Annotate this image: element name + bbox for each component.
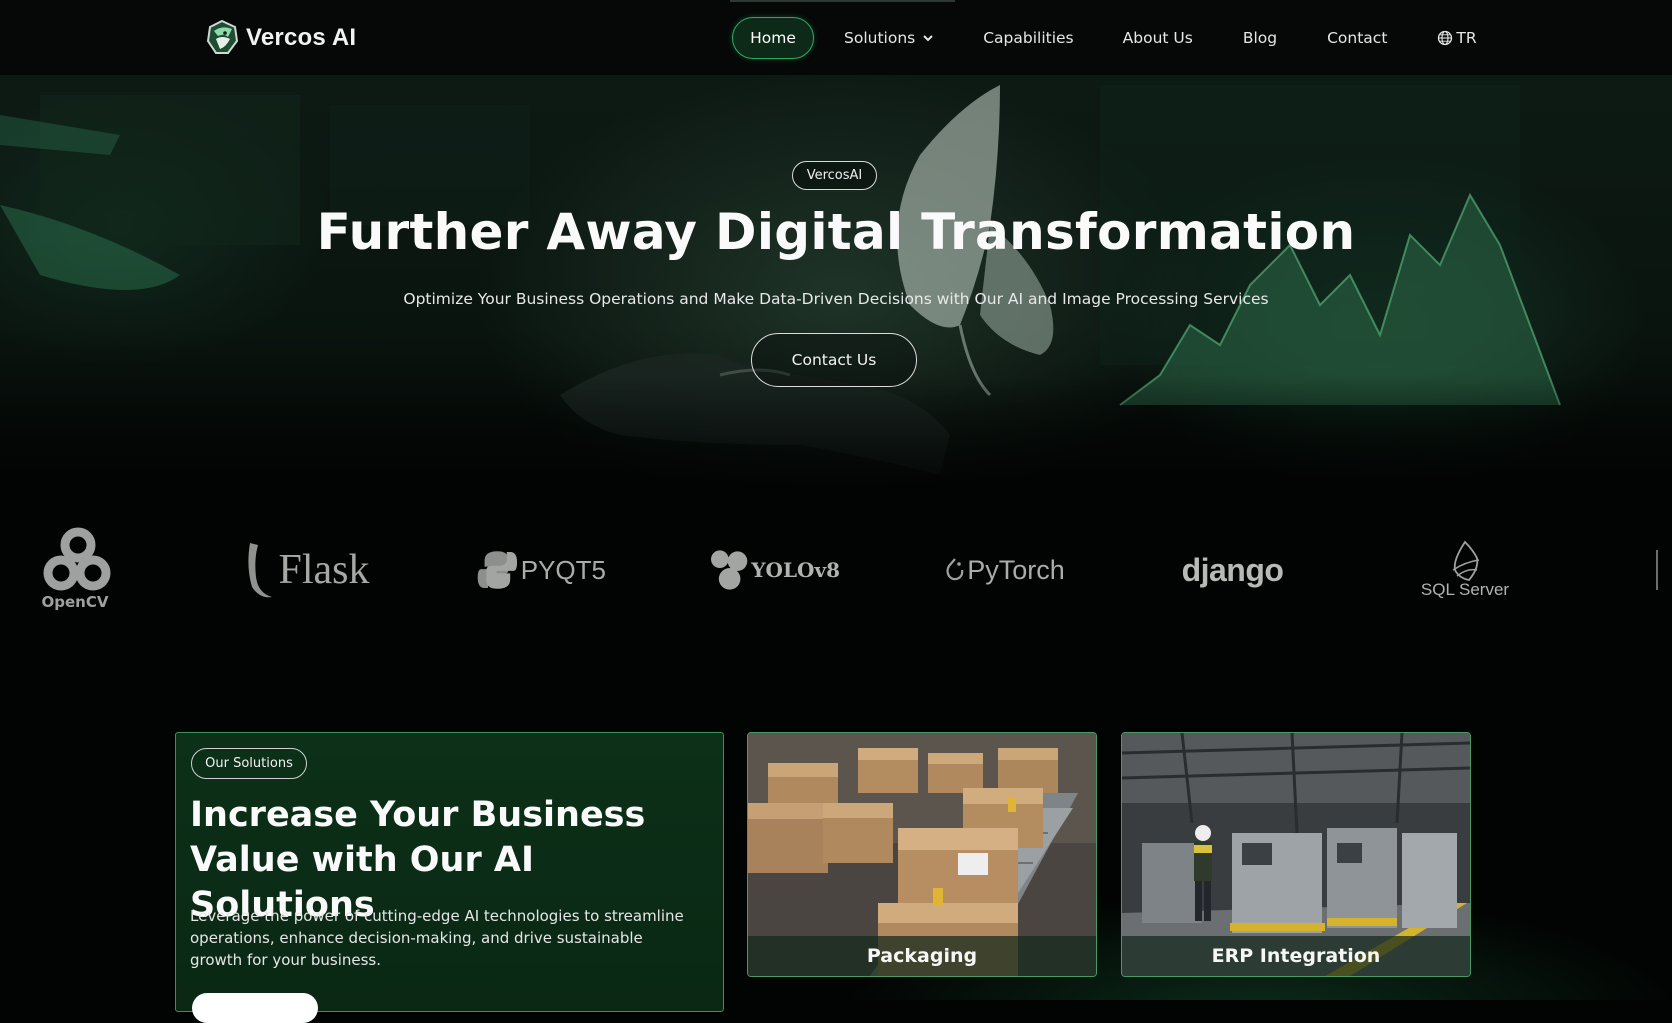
- nav-home-link[interactable]: Home: [732, 17, 814, 59]
- pytorch-flame-icon: [946, 558, 964, 581]
- globe-icon: [1438, 30, 1453, 46]
- hero-title: Further Away Digital Transformation: [316, 203, 1356, 261]
- yolov8-logo: YOLOv8: [710, 520, 840, 620]
- hero-bottom-fade: [0, 375, 1672, 495]
- nav-links: Home Solutions Capabilities About Us Blo…: [732, 17, 1477, 59]
- django-logo: django: [1180, 520, 1285, 620]
- hero-section: VercosAI Further Away Digital Transforma…: [0, 75, 1672, 495]
- yolov8-icon: [710, 550, 748, 590]
- flask-label: Flask: [278, 547, 370, 593]
- chevron-down-icon: [923, 35, 933, 42]
- nav-contact-link[interactable]: Contact: [1327, 17, 1387, 59]
- python-icon: [477, 551, 518, 589]
- yolov8-label: YOLOv8: [751, 558, 840, 582]
- tech-logos-strip: OpenCV Flask PYQT5 YOLOv8 PyTorch django…: [0, 520, 1672, 620]
- opencv-label: OpenCV: [42, 593, 109, 611]
- nav-solutions-link[interactable]: Solutions: [844, 17, 935, 59]
- solutions-description: Leverage the power of cutting-edge AI te…: [190, 907, 684, 969]
- opencv-icon: OpenCV: [42, 527, 111, 611]
- contact-us-button[interactable]: Contact Us: [751, 333, 917, 387]
- nav-top-indicator: [730, 0, 955, 2]
- sql-server-icon: [1452, 540, 1480, 581]
- nav-capabilities-link[interactable]: Capabilities: [983, 17, 1073, 59]
- flask-horn-icon: [248, 543, 273, 598]
- brand-logo-icon: [206, 19, 239, 54]
- brand[interactable]: Vercos AI: [204, 18, 356, 58]
- flask-logo: Flask: [232, 520, 382, 620]
- hero-badge: VercosAI: [792, 161, 877, 190]
- language-label: TR: [1456, 29, 1477, 47]
- packaging-label: Packaging: [748, 936, 1096, 976]
- nav-solutions-label: Solutions: [844, 29, 916, 47]
- solutions-cta-button[interactable]: [192, 993, 318, 1023]
- opencv-logo: OpenCV: [30, 520, 120, 620]
- erp-integration-label: ERP Integration: [1122, 936, 1470, 976]
- pytorch-label: PyTorch: [967, 554, 1065, 585]
- sql-server-logo: SQL Server: [1415, 520, 1515, 620]
- top-navbar: Vercos AI Home Solutions Capabilities Ab…: [0, 0, 1672, 75]
- language-switcher[interactable]: TR: [1437, 17, 1477, 59]
- partial-logo-edge: [1656, 550, 1672, 590]
- solutions-intro-card: Our Solutions Increase Your Business Val…: [175, 732, 724, 1023]
- django-label: django: [1181, 551, 1284, 588]
- nav-blog-link[interactable]: Blog: [1243, 17, 1277, 59]
- erp-integration-card[interactable]: ERP Integration: [1121, 732, 1471, 977]
- sql-server-label: SQL Server: [1420, 580, 1510, 599]
- hero-subtitle: Optimize Your Business Operations and Ma…: [403, 290, 1269, 308]
- pyqt5-label: PYQT5: [520, 554, 606, 585]
- packaging-card[interactable]: Packaging: [747, 732, 1097, 977]
- pyqt5-logo: PYQT5: [476, 520, 606, 620]
- solutions-badge: Our Solutions: [191, 748, 307, 779]
- brand-name: Vercos AI: [246, 24, 357, 51]
- pytorch-logo: PyTorch: [945, 520, 1065, 620]
- nav-about-link[interactable]: About Us: [1123, 17, 1193, 59]
